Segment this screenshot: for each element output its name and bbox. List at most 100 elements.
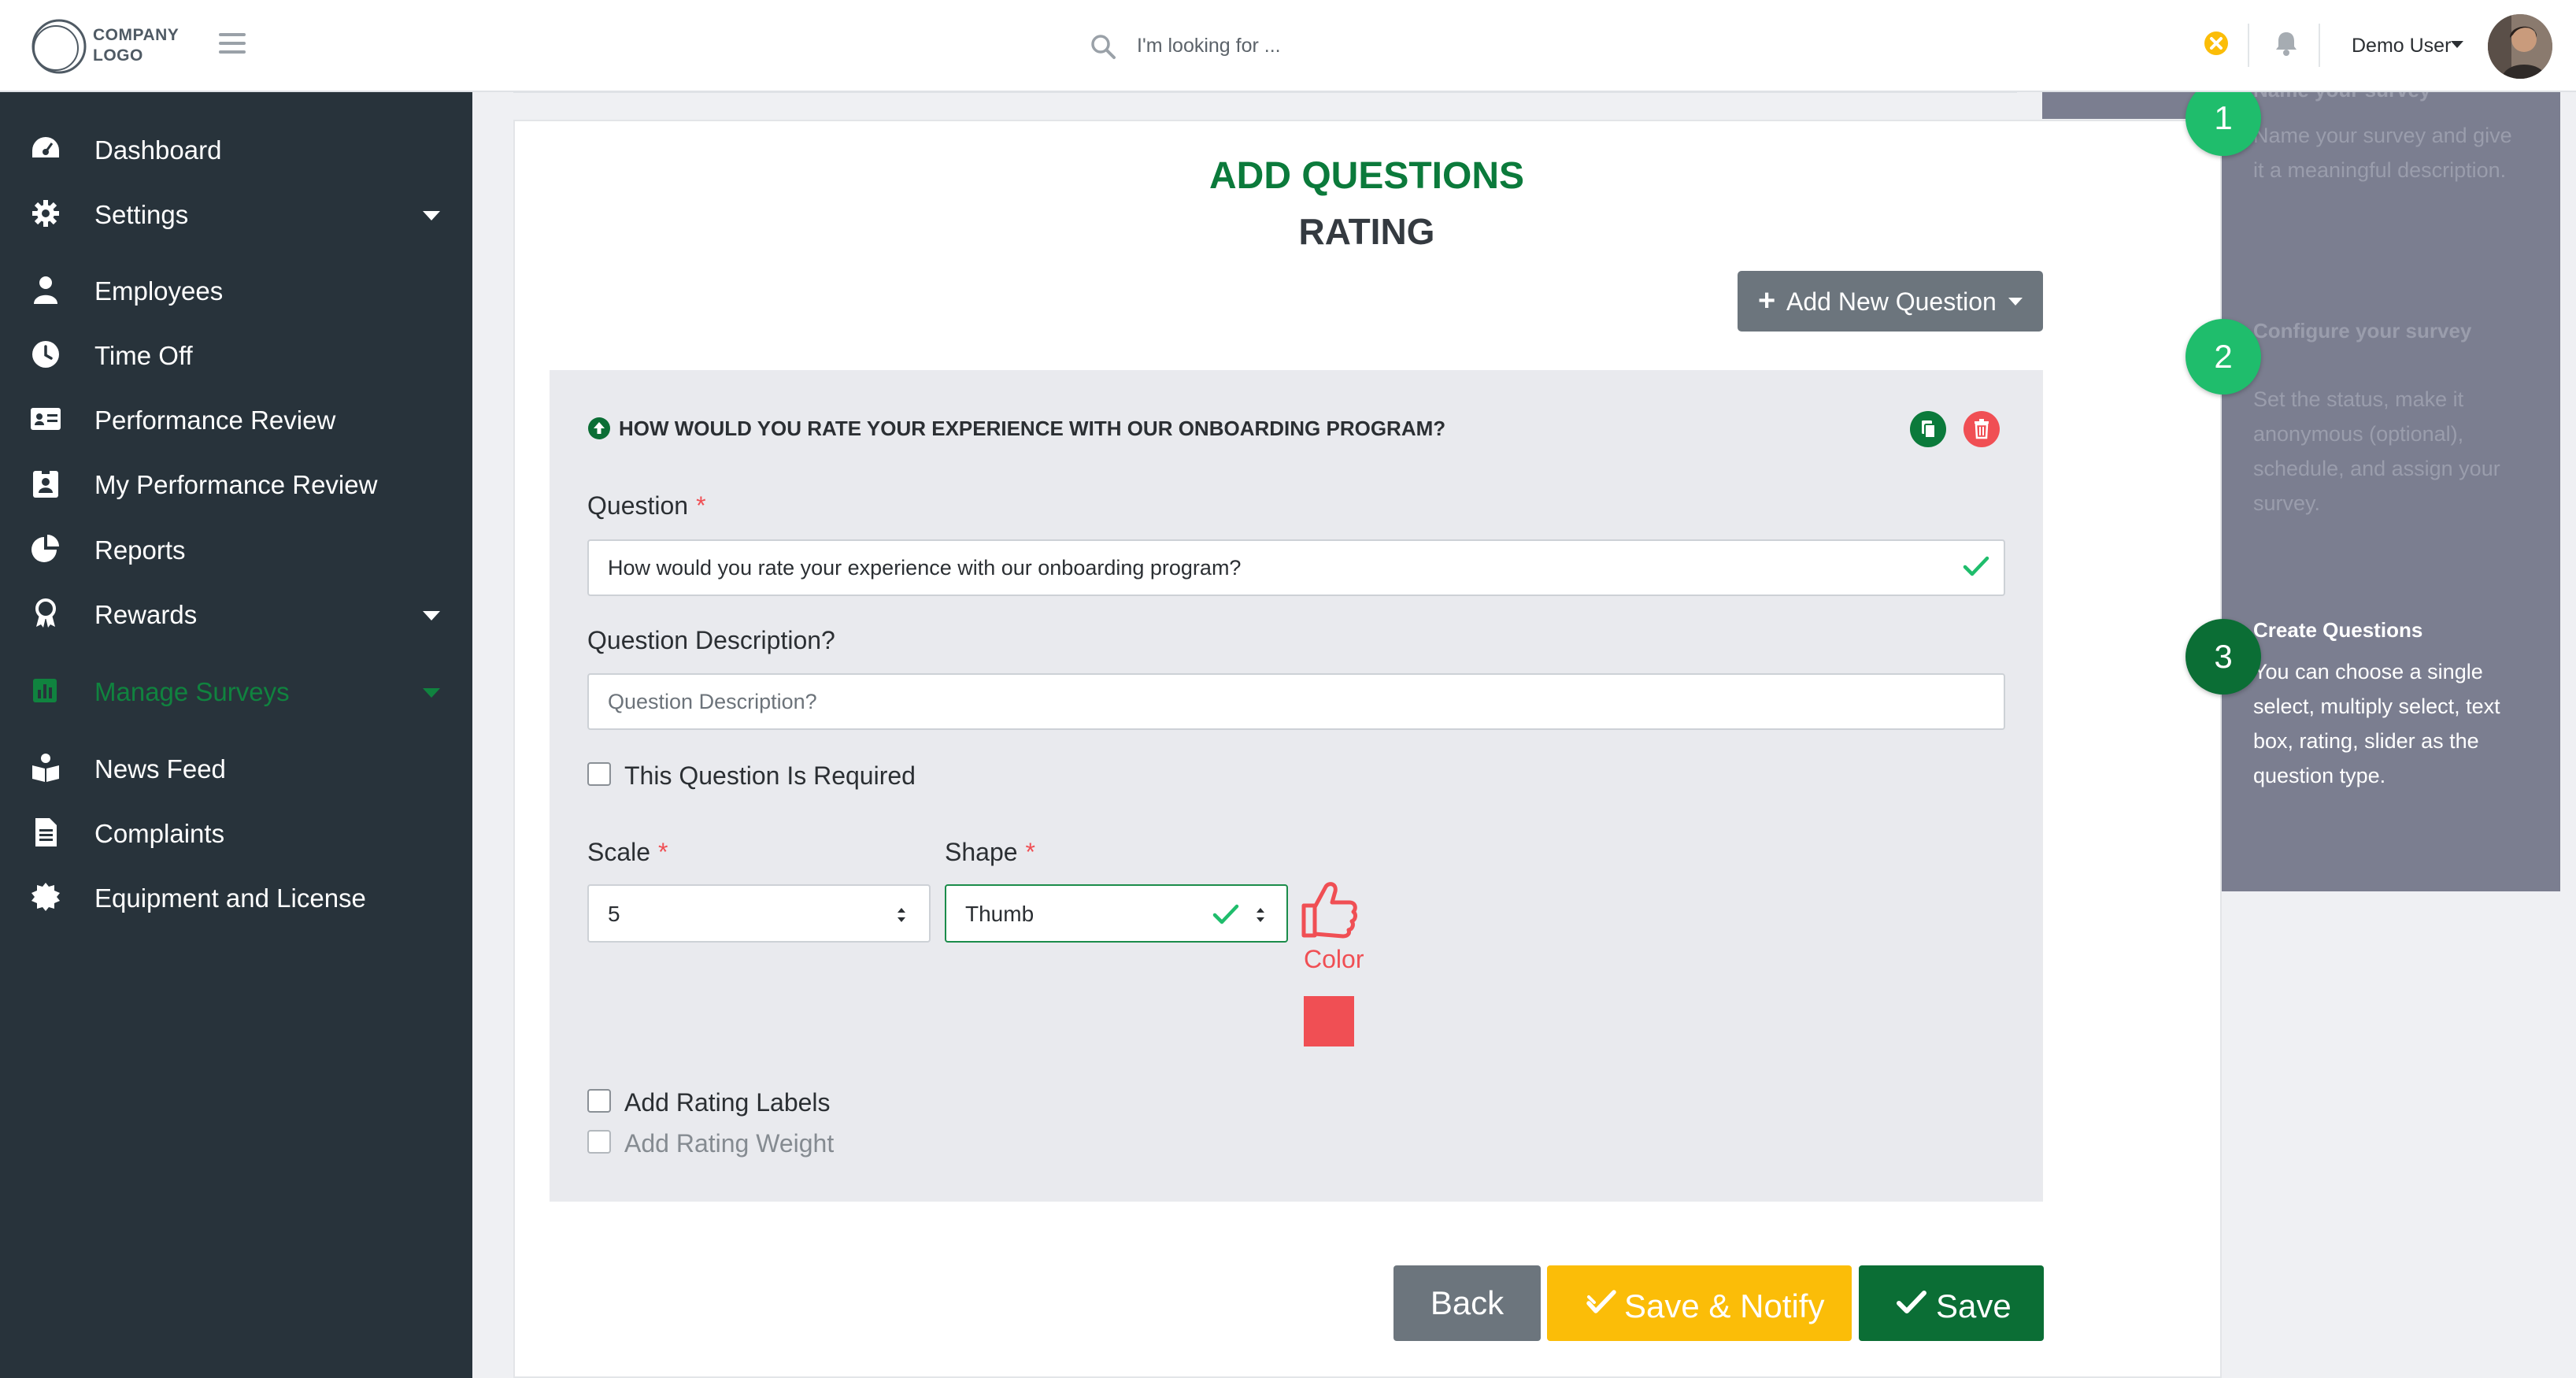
divider xyxy=(2319,24,2320,67)
step-1-description: Name your survey and give it a meaningfu… xyxy=(2253,124,2512,182)
plus-icon: + xyxy=(1758,284,1776,317)
sidebar-item-employees[interactable]: Employees xyxy=(0,261,472,317)
add-new-question-label: Add New Question xyxy=(1786,287,1997,316)
sidebar-item-label: Rewards xyxy=(94,600,198,629)
duplicate-question-button[interactable] xyxy=(1910,411,1946,447)
step-3-badge[interactable]: 3 xyxy=(2186,619,2261,695)
quick-action-icon[interactable] xyxy=(2203,30,2230,57)
shape-select[interactable]: Thumb xyxy=(945,884,1288,943)
sidebar-item-label: Complaints xyxy=(94,819,225,848)
sidebar-item-equipment-and-license[interactable]: Equipment and License xyxy=(0,868,472,924)
question-input[interactable] xyxy=(587,539,2005,596)
required-asterisk: * xyxy=(658,838,668,866)
question-description-input[interactable] xyxy=(587,673,2005,730)
step-3-title: Create Questions xyxy=(2253,618,2423,642)
award-icon xyxy=(35,598,56,628)
step-3-description: You can choose a single select, multiply… xyxy=(2253,660,2500,787)
avatar-photo xyxy=(2488,14,2552,79)
step-2-title: Configure your survey xyxy=(2253,319,2472,343)
logo-text: COMPANY LOGO xyxy=(93,26,180,65)
sidebar-item-label: Performance Review xyxy=(94,406,336,435)
scale-label-text: Scale xyxy=(587,838,651,866)
sidebar-item-label: Time Off xyxy=(94,341,193,370)
sidebar-item-label: Employees xyxy=(94,276,224,306)
copy-icon xyxy=(1922,420,1936,439)
rating-labels-checkbox[interactable] xyxy=(587,1089,611,1113)
top-bar: COMPANY LOGO I'm looking for ... Demo Us… xyxy=(0,0,2576,92)
news-feed-icon xyxy=(32,754,59,782)
question-label: Question * xyxy=(587,491,706,520)
double-check-icon xyxy=(1586,1290,1616,1313)
back-button[interactable]: Back xyxy=(1393,1265,1541,1341)
step-2-badge[interactable]: 2 xyxy=(2186,319,2261,395)
save-notify-label: Save & Notify xyxy=(1624,1287,1825,1324)
required-checkbox-label: This Question Is Required xyxy=(624,761,916,790)
company-logo[interactable]: COMPANY LOGO xyxy=(30,17,179,76)
color-picker[interactable] xyxy=(1304,996,1354,1046)
page-subtitle: RATING xyxy=(1298,211,1435,252)
employee-icon xyxy=(34,276,57,304)
scale-select[interactable]: 5 xyxy=(587,884,931,943)
sidebar-item-label: Manage Surveys xyxy=(94,677,290,706)
arrow-up-circle-icon[interactable] xyxy=(587,417,611,440)
trash-icon xyxy=(1975,419,1989,439)
search-icon xyxy=(1091,35,1116,59)
rating-weight-checkbox[interactable] xyxy=(587,1130,611,1154)
valid-check-icon xyxy=(1212,904,1239,924)
avatar[interactable] xyxy=(2488,14,2552,79)
rating-weight-checkbox-label: Add Rating Weight xyxy=(624,1129,835,1158)
document-icon xyxy=(35,818,57,846)
sidebar-item-label: Reports xyxy=(94,535,186,565)
id-card-icon xyxy=(31,408,61,430)
color-label: Color xyxy=(1304,945,1364,973)
pie-chart-icon xyxy=(31,535,59,562)
chevron-down-icon[interactable] xyxy=(2451,41,2463,48)
description-label: Question Description? xyxy=(587,626,835,654)
page-title: ADD QUESTIONS xyxy=(1208,155,1525,197)
select-arrows-icon xyxy=(1257,908,1264,922)
sidebar-item-complaints[interactable]: Complaints xyxy=(0,803,472,860)
scale-value: 5 xyxy=(608,902,620,926)
search-placeholder: I'm looking for ... xyxy=(1137,35,1281,57)
sidebar-item-rewards[interactable]: Rewards xyxy=(0,584,472,641)
back-button-label: Back xyxy=(1430,1284,1505,1321)
cog-badge-icon xyxy=(31,883,60,911)
logo-ring-icon xyxy=(31,19,87,74)
step-2-description: Set the status, make it anonymous (optio… xyxy=(2253,387,2500,515)
clock-icon xyxy=(32,341,59,368)
sidebar-item-performance-review[interactable]: Performance Review xyxy=(0,390,472,446)
rating-labels-checkbox-label: Add Rating Labels xyxy=(624,1088,831,1117)
add-new-question-button[interactable]: + Add New Question xyxy=(1738,271,2043,332)
chevron-down-icon xyxy=(423,688,440,698)
divider xyxy=(2248,24,2249,67)
question-label-text: Question xyxy=(587,491,689,520)
sidebar-item-my-performance-review[interactable]: My Performance Review xyxy=(0,454,472,511)
sidebar-item-time-off[interactable]: Time Off xyxy=(0,325,472,382)
sidebar-item-reports[interactable]: Reports xyxy=(0,520,472,576)
required-checkbox[interactable] xyxy=(587,762,611,786)
select-arrows-icon xyxy=(898,908,905,922)
user-menu[interactable]: Demo User xyxy=(2352,35,2451,57)
sidebar-item-news-feed[interactable]: News Feed xyxy=(0,739,472,795)
search-bar[interactable]: I'm looking for ... xyxy=(1090,27,1562,66)
delete-question-button[interactable] xyxy=(1963,411,2000,447)
save-button[interactable]: Save xyxy=(1859,1265,2044,1341)
bell-icon[interactable] xyxy=(2274,30,2299,57)
sidebar-item-label: News Feed xyxy=(94,754,226,783)
shape-label-text: Shape xyxy=(945,838,1018,866)
chevron-down-icon xyxy=(423,611,440,620)
required-asterisk: * xyxy=(696,491,706,520)
check-icon xyxy=(1897,1291,1926,1313)
id-badge-icon xyxy=(33,469,58,498)
sidebar-item-manage-surveys[interactable]: Manage Surveys xyxy=(0,661,472,718)
shape-value: Thumb xyxy=(965,902,1034,926)
thumbs-up-icon xyxy=(1301,882,1357,939)
shape-label: Shape * xyxy=(945,838,1035,867)
menu-toggle-icon[interactable] xyxy=(219,33,246,57)
sidebar-item-label: My Performance Review xyxy=(94,470,378,499)
save-notify-button[interactable]: Save & Notify xyxy=(1547,1265,1852,1341)
save-label: Save xyxy=(1936,1287,2012,1324)
valid-check-icon xyxy=(1963,556,1989,576)
sidebar-item-label: Equipment and License xyxy=(94,883,366,913)
poll-icon xyxy=(33,679,57,702)
